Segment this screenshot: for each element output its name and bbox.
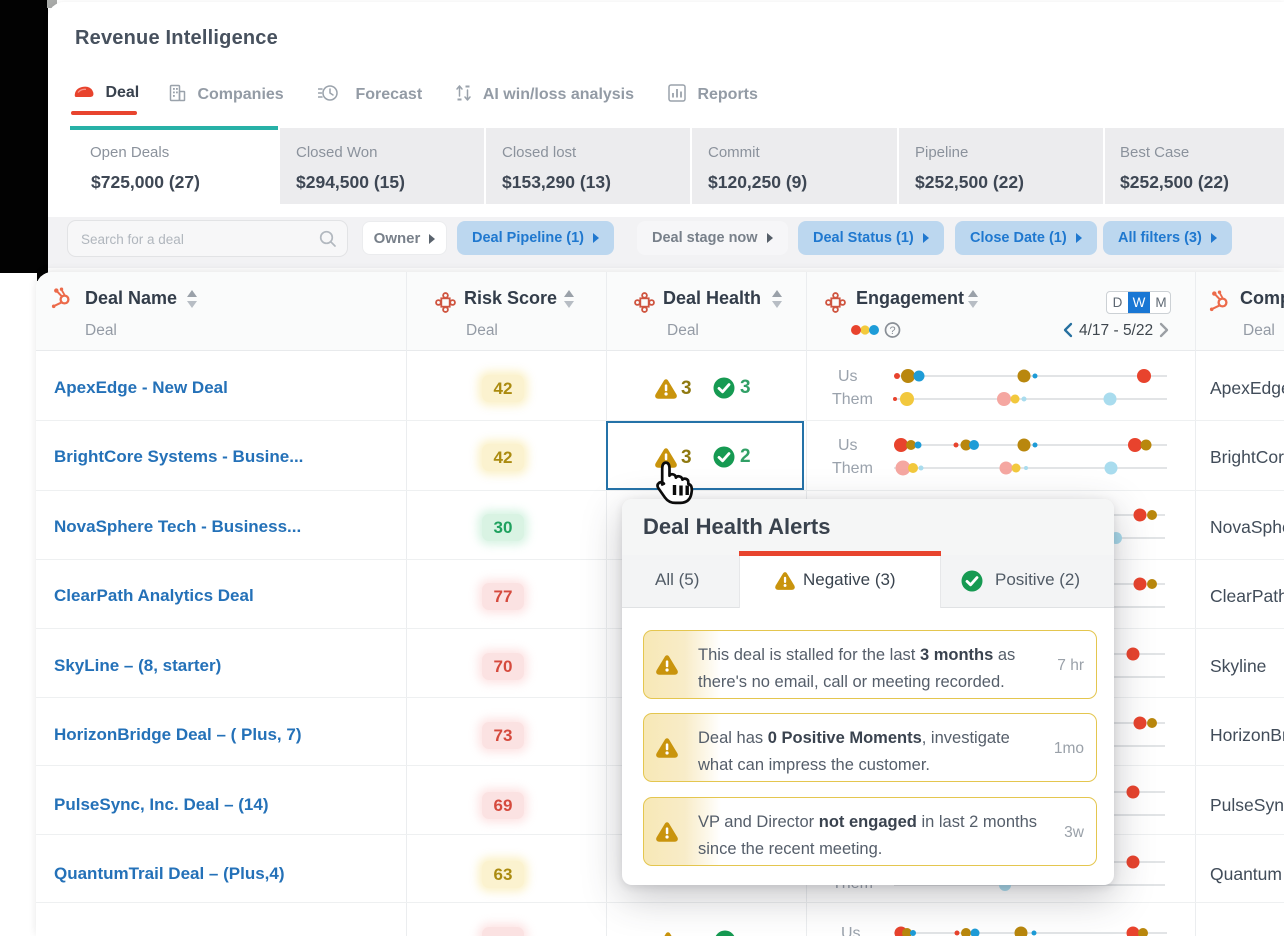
svg-text:?: ? — [889, 325, 895, 337]
